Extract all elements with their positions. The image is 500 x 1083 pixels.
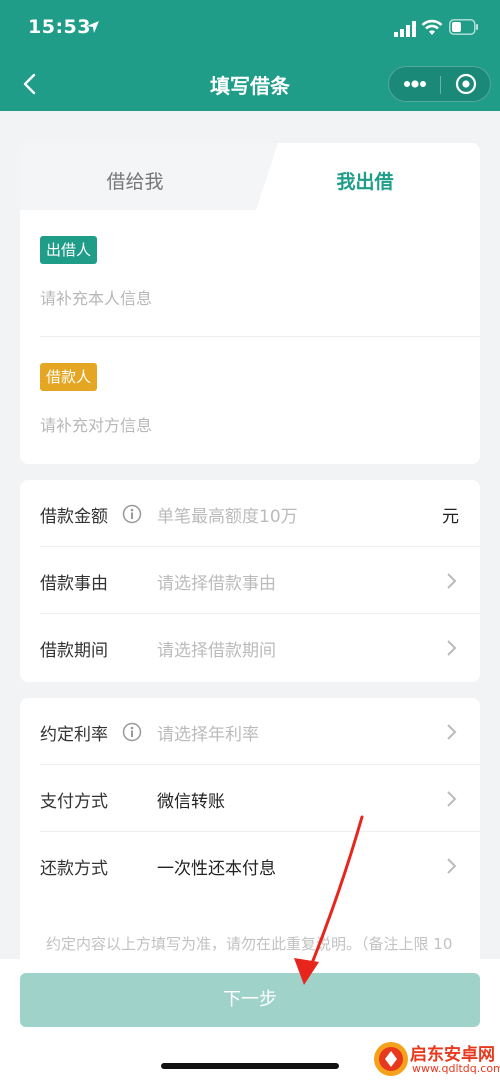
chevron-right-icon (447, 858, 457, 874)
home-indicator (161, 1063, 339, 1069)
navigation-bar: 填写借条 (0, 58, 500, 111)
row-label: 借款期间 (40, 641, 108, 661)
site-watermark: 启东安卓网 www.qdltdq.com (372, 1040, 500, 1078)
tab-borrow-to-me[interactable]: 借给我 (20, 167, 250, 194)
watermark-logo-icon (374, 1042, 408, 1076)
row-label: 支付方式 (40, 792, 108, 812)
status-bar: 15:53 (0, 0, 500, 58)
loan-period-row[interactable]: 借款期间 请选择借款期间 (20, 614, 480, 681)
row-label: 借款事由 (40, 574, 108, 594)
battery-icon (449, 19, 478, 35)
tab-i-lend[interactable]: 我出借 (260, 167, 470, 194)
info-icon[interactable] (122, 722, 142, 742)
mini-program-capsule (388, 66, 491, 102)
repayment-method-row[interactable]: 还款方式 一次性还本付息 (20, 832, 480, 899)
row-label: 借款金额 (40, 507, 108, 527)
lender-tag: 出借人 (40, 236, 98, 264)
borrower-tag: 借款人 (40, 363, 98, 391)
more-button[interactable] (389, 67, 440, 101)
close-mini-program-button[interactable] (441, 67, 491, 101)
loan-amount-row[interactable]: 借款金额 单笔最高额度10万 元 (20, 480, 480, 547)
cellular-signal-icon (394, 21, 416, 37)
row-label: 还款方式 (40, 859, 108, 879)
loan-reason-row[interactable]: 借款事由 请选择借款事由 (20, 547, 480, 614)
payment-method-row[interactable]: 支付方式 微信转账 (20, 765, 480, 832)
next-step-button[interactable]: 下一步 (20, 973, 480, 1027)
app-header: 15:53 填写借条 (0, 0, 500, 111)
more-dots-icon (403, 80, 426, 88)
info-icon[interactable] (122, 504, 142, 524)
location-arrow-icon (87, 21, 99, 33)
loan-terms-card: 约定利率 请选择年利率 支付方式 微信转账 还款方式 一次性还本付息 约定内容以… (20, 698, 480, 988)
loan-details-card: 借款金额 单笔最高额度10万 元 借款事由 请选择借款事由 借款期间 请选择借款… (20, 480, 480, 682)
currency-unit: 元 (442, 507, 459, 527)
row-label: 约定利率 (40, 725, 108, 745)
chevron-right-icon (447, 724, 457, 740)
wifi-icon (421, 19, 443, 35)
interest-rate-select[interactable]: 请选择年利率 (157, 720, 259, 745)
chevron-right-icon (447, 791, 457, 807)
lender-info-field[interactable]: 请补充本人信息 (40, 285, 152, 309)
watermark-url: www.qdltdq.com (412, 1062, 500, 1075)
parties-card: 借给我 我出借 出借人 请补充本人信息 借款人 请补充对方信息 (20, 143, 480, 464)
lend-direction-tabs: 借给我 我出借 (20, 143, 480, 210)
target-close-icon (455, 73, 477, 95)
payment-method-value[interactable]: 微信转账 (157, 787, 225, 812)
chevron-right-icon (447, 573, 457, 589)
chevron-right-icon (447, 640, 457, 656)
interest-rate-row[interactable]: 约定利率 请选择年利率 (20, 698, 480, 765)
loan-amount-input[interactable]: 单笔最高额度10万 (157, 502, 298, 527)
divider (40, 336, 480, 337)
status-time: 15:53 (28, 16, 91, 38)
loan-period-select[interactable]: 请选择借款期间 (157, 636, 276, 661)
borrower-info-field[interactable]: 请补充对方信息 (40, 412, 152, 436)
loan-reason-select[interactable]: 请选择借款事由 (157, 569, 276, 594)
repayment-method-value[interactable]: 一次性还本付息 (157, 854, 276, 879)
